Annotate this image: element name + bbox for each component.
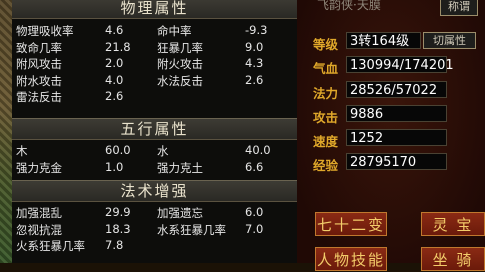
attr-label: 加强混乱 [16,206,62,220]
attr-value: 18.3 [105,221,131,236]
attr-label: 附水攻击 [16,73,62,88]
table-row: 忽视抗混 18.3 水系狂暴几率 7.0 [12,221,297,238]
attr-value: 21.8 [105,39,131,54]
attr-value: 4.3 [245,56,264,70]
stat-label: 攻击 [313,110,339,125]
attr-label: 附风攻击 [16,57,62,71]
stat-value: 1252 [346,129,447,146]
attr-label: 水法反击 [157,73,203,88]
character-skills-button[interactable]: 人物技能 [315,247,387,271]
stat-experience: 经验 28795170 [303,152,485,174]
mount-button[interactable]: 坐 骑 [421,247,485,271]
seventy-two-transformations-button[interactable]: 七十二变 [315,212,387,236]
stat-speed: 速度 1252 [303,128,485,150]
attr-value: 40.0 [245,143,271,157]
stat-label: 速度 [313,134,339,149]
attr-value: 60.0 [105,143,131,157]
stat-value: 9886 [346,105,447,122]
stat-label: 经验 [313,158,339,173]
stat-value: 3转164级 [346,32,421,49]
attr-label: 加强遗忘 [157,206,203,220]
attr-label: 火系狂暴几率 [16,239,85,253]
attr-value: 4.0 [105,72,124,87]
table-row: 附风攻击 2.0 附火攻击 4.3 [12,55,297,72]
title-button[interactable]: 称谓 [440,0,478,16]
element-rows: 木 60.0 水 40.0 强力克金 1.0 强力克土 6.6 [12,142,297,175]
stat-value: 28526/57022 [346,81,447,98]
ling-bao-button[interactable]: 灵 宝 [421,212,485,236]
table-row: 火系狂暴几率 7.8 [12,237,297,254]
spell-rows: 加强混乱 29.9 加强遗忘 6.0 忽视抗混 18.3 水系狂暴几率 7.0 … [12,204,297,254]
attr-label: 致命几率 [16,40,62,55]
attr-label: 忽视抗混 [16,222,62,237]
attr-label: 物理吸收率 [16,24,74,38]
character-name: 飞韵侠·天膜 [317,0,381,12]
attr-value: 2.0 [105,56,124,70]
table-row: 致命几率 21.8 狂暴几率 9.0 [12,39,297,56]
attr-value: 1.0 [105,159,124,174]
attr-label: 狂暴几率 [157,40,203,55]
attr-label: 水系狂暴几率 [157,222,226,237]
attr-value: 2.6 [105,89,124,103]
stat-label: 等级 [313,37,339,52]
table-row: 附水攻击 4.0 水法反击 2.6 [12,72,297,89]
attr-label: 强力克金 [16,160,62,175]
spell-header: 法术增强 [12,180,297,202]
attr-value: 2.6 [245,72,264,87]
stat-value: 28795170 [346,153,447,170]
stat-value: 130994/174201 [346,56,454,73]
attribute-panel: 物理属性 物理吸收率 4.6 命中率 -9.3 致命几率 21.8 狂暴几率 9… [12,0,299,263]
attr-value: 6.0 [245,205,264,219]
attr-label: 强力克土 [157,160,203,175]
attr-label: 命中率 [157,24,192,38]
table-row: 强力克金 1.0 强力克土 6.6 [12,159,297,176]
stat-attack: 攻击 9886 [303,104,485,126]
physical-rows: 物理吸收率 4.6 命中率 -9.3 致命几率 21.8 狂暴几率 9.0 附风… [12,22,297,105]
physical-header: 物理属性 [12,0,297,19]
table-row: 物理吸收率 4.6 命中率 -9.3 [12,22,297,39]
attr-value: -9.3 [245,23,268,37]
attr-value: 7.0 [245,221,264,236]
attr-value: 6.6 [245,159,264,174]
table-row: 雷法反击 2.6 [12,88,297,105]
stat-mp: 法力 28526/57022 [303,80,485,102]
stat-label: 法力 [313,86,339,101]
stat-level: 等级 3转164级 切属性 [303,31,485,53]
table-row: 木 60.0 水 40.0 [12,142,297,159]
attr-label: 木 [16,144,28,158]
stat-hp: 气血 130994/174201 [303,55,485,77]
attr-label: 水 [157,144,169,158]
table-row: 加强混乱 29.9 加强遗忘 6.0 [12,204,297,221]
element-header: 五行属性 [12,118,297,140]
attr-value: 9.0 [245,39,264,54]
change-attribute-button[interactable]: 切属性 [423,32,476,49]
attr-value: 29.9 [105,205,131,219]
attr-value: 7.8 [105,238,124,252]
attr-label: 附火攻击 [157,57,203,71]
stat-label: 气血 [313,61,339,76]
attr-value: 4.6 [105,23,124,37]
character-panel: 飞韵侠·天膜 称谓 等级 3转164级 切属性 气血 130994/174201… [297,0,485,271]
attr-label: 雷法反击 [16,90,62,104]
